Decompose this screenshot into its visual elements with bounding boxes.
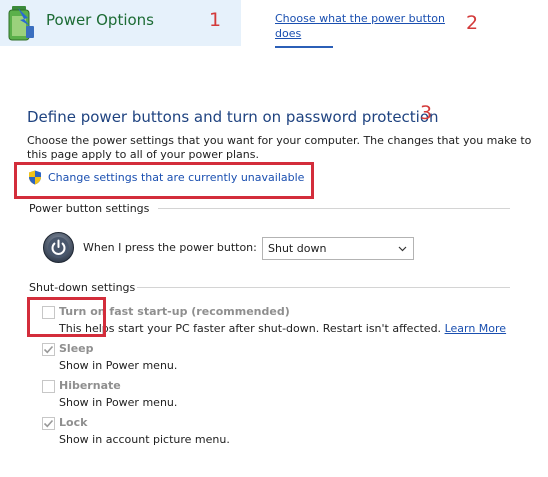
fast-startup-description-text: This helps start your PC faster after sh…: [59, 322, 442, 335]
annotation-3: 3: [420, 102, 433, 124]
lock-description: Show in account picture menu.: [59, 433, 230, 446]
checkmark-icon: [43, 345, 54, 354]
sleep-title: Sleep: [59, 342, 94, 355]
power-options-battery-icon: [8, 6, 34, 41]
sleep-checkbox[interactable]: [42, 343, 55, 356]
hibernate-description: Show in Power menu.: [59, 396, 178, 409]
hibernate-title: Hibernate: [59, 379, 121, 392]
sleep-description: Show in Power menu.: [59, 359, 178, 372]
section-divider: [137, 287, 510, 288]
lock-title: Lock: [59, 416, 88, 429]
highlight-box-fast-startup: [27, 297, 106, 337]
page-title: Define power buttons and turn on passwor…: [27, 108, 439, 126]
truncated-link-line: [275, 44, 335, 48]
power-button-action-select[interactable]: Shut down: [262, 237, 414, 260]
power-button-settings-heading: Power button settings: [29, 202, 150, 215]
learn-more-link[interactable]: Learn More: [445, 322, 507, 335]
page-description: Choose the power settings that you want …: [27, 134, 532, 161]
power-button-icon: [43, 232, 74, 263]
power-button-action-label: When I press the power button:: [83, 241, 257, 254]
annotation-1: 1: [209, 9, 222, 31]
chevron-down-icon: [398, 246, 407, 252]
checkmark-icon: [43, 419, 54, 428]
hibernate-checkbox[interactable]: [42, 380, 55, 393]
power-button-action-value: Shut down: [268, 242, 327, 255]
lock-checkbox[interactable]: [42, 417, 55, 430]
shutdown-settings-heading: Shut-down settings: [29, 281, 136, 294]
section-divider: [158, 208, 510, 209]
fast-startup-description: This helps start your PC faster after sh…: [59, 322, 506, 335]
annotation-2: 2: [466, 12, 479, 34]
app-title: Power Options: [46, 11, 154, 29]
choose-power-button-link[interactable]: Choose what the power button does: [275, 11, 450, 41]
highlight-box-change-settings: [14, 162, 314, 199]
